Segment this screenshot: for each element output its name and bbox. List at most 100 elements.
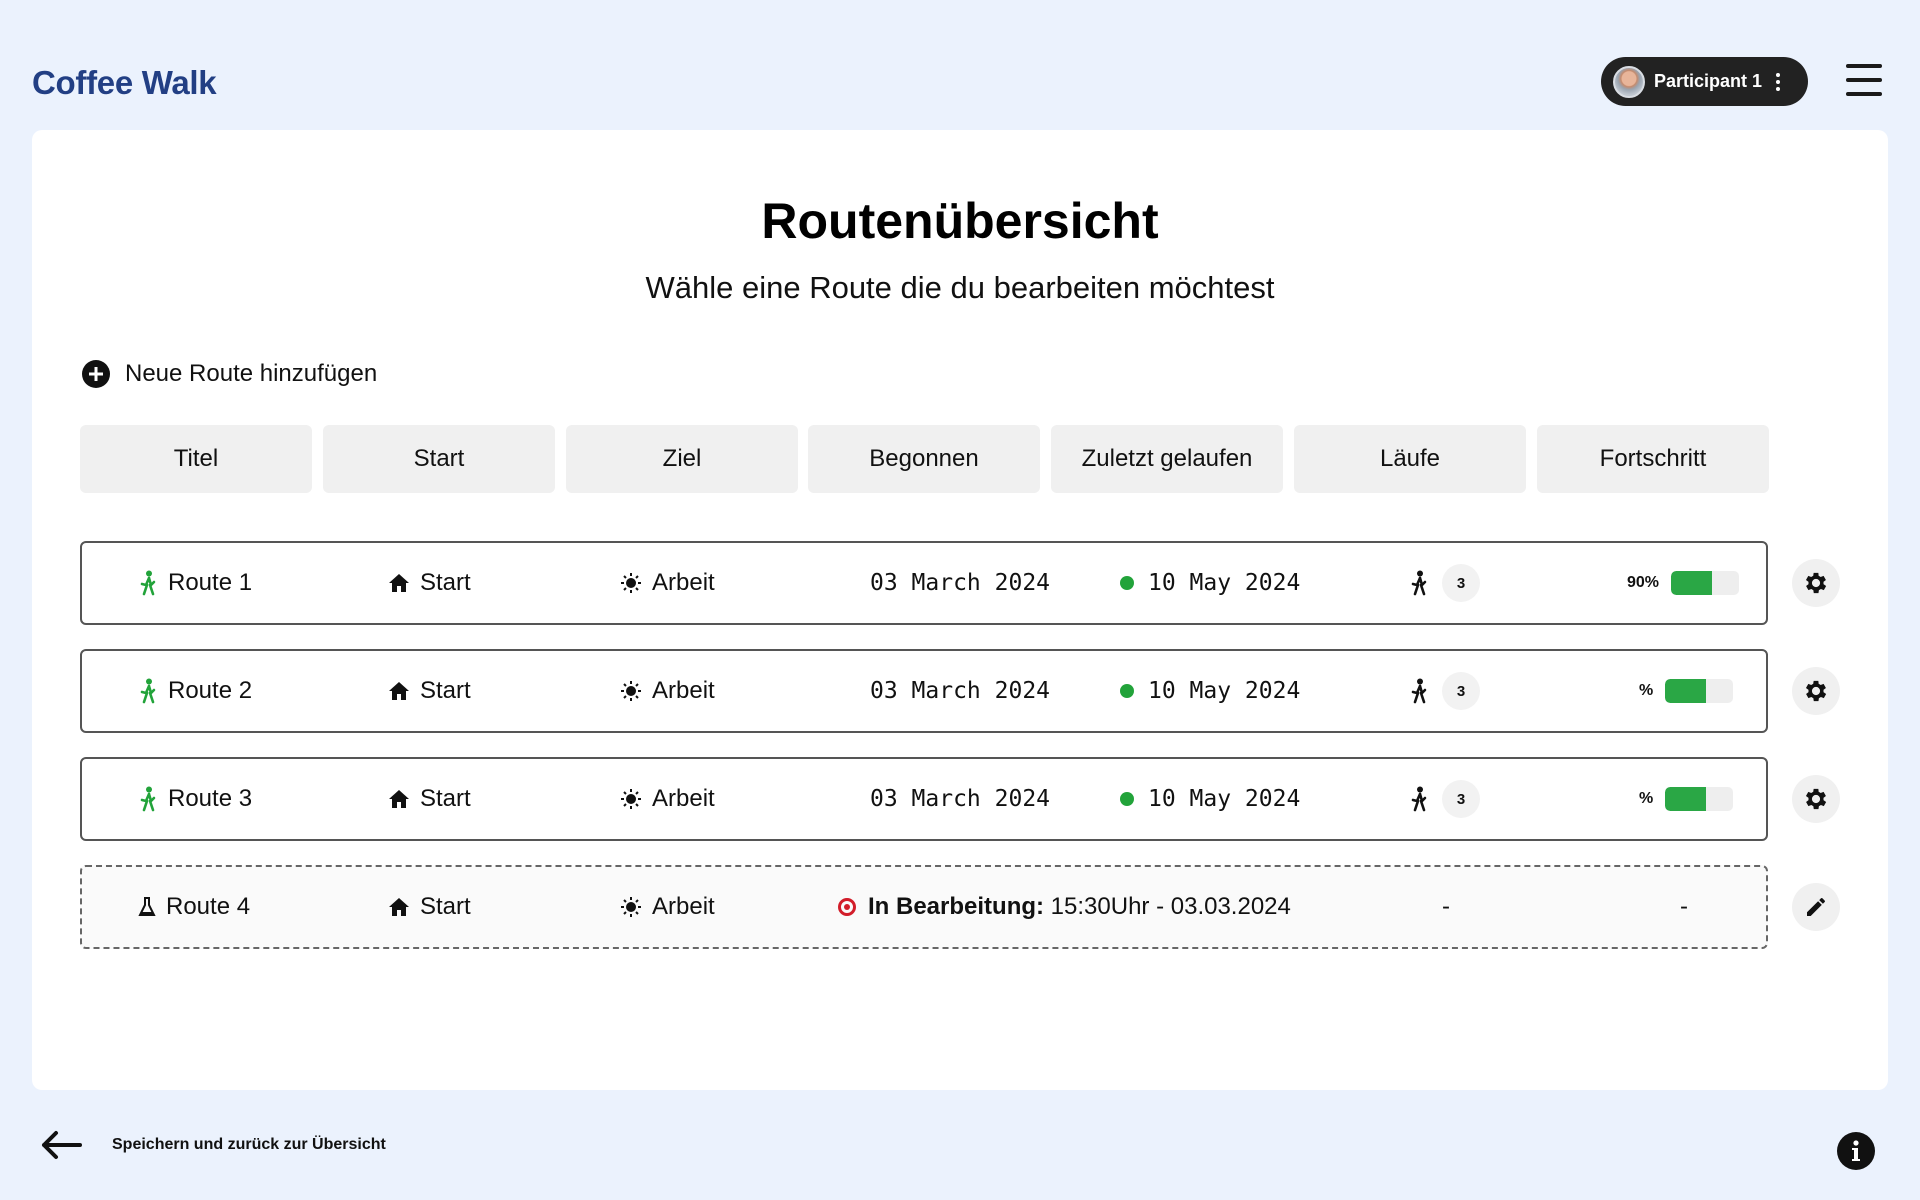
status-dot	[1120, 792, 1134, 806]
user-menu-button[interactable]: Participant 1	[1601, 57, 1808, 106]
route-goal: Arbeit	[652, 893, 715, 920]
home-icon	[389, 574, 409, 592]
walker-icon	[1411, 570, 1427, 596]
add-route-label: Neue Route hinzufügen	[125, 360, 378, 387]
progress-bar	[1665, 787, 1734, 811]
route-runs-cell: 3	[1410, 651, 1480, 731]
progress-label: %	[1639, 790, 1654, 807]
route-start: Start	[420, 893, 471, 920]
route-overview-card: Routenübersicht Wähle eine Route die du …	[32, 130, 1888, 1090]
top-bar: Coffee Walk Participant 1	[0, 0, 1920, 130]
table-row-draft[interactable]: Route 4 Start Arbeit In Bearbeitung: 15:…	[80, 865, 1768, 949]
gear-icon	[1805, 680, 1827, 702]
walker-icon	[140, 570, 156, 596]
route-started: 03 March 2024	[870, 570, 1051, 596]
progress-label: %	[1639, 682, 1654, 699]
route-start-cell: Start	[388, 651, 471, 731]
back-label: Speichern und zurück zur Übersicht	[112, 1136, 386, 1153]
table-row[interactable]: Route 3 Start Arbeit 03 March 2024 10 Ma…	[80, 757, 1768, 841]
runs-count-badge: 3	[1442, 564, 1480, 602]
route-status-cell: In Bearbeitung: 15:30Uhr - 03.03.2024	[838, 867, 1291, 947]
sun-icon	[621, 789, 641, 809]
column-header-start[interactable]: Start	[323, 425, 555, 493]
status-detail: 15:30Uhr - 03.03.2024	[1044, 893, 1291, 920]
route-runs-cell: 3	[1410, 543, 1480, 623]
table-row[interactable]: Route 2 Start Arbeit 03 March 2024 10 Ma…	[80, 649, 1768, 733]
table-row[interactable]: Route 1 Start Arbeit 03 March 2024 10 Ma…	[80, 541, 1768, 625]
route-settings-button[interactable]	[1792, 775, 1840, 823]
status-dot	[1120, 684, 1134, 698]
route-progress-cell: %	[1639, 651, 1734, 731]
route-title-cell: Route 1	[138, 543, 252, 623]
status-dot	[1120, 576, 1134, 590]
route-last-walked: 10 May 2024	[1148, 678, 1301, 704]
walker-icon	[140, 678, 156, 704]
sun-icon	[621, 573, 641, 593]
user-name: Participant 1	[1654, 71, 1763, 91]
progress-fill	[1665, 787, 1707, 811]
route-last-walked-cell: 10 May 2024	[1120, 759, 1300, 839]
route-goal-cell: Arbeit	[620, 651, 715, 731]
pencil-icon	[1807, 898, 1825, 916]
route-started: 03 March 2024	[870, 786, 1051, 812]
runs-count-badge: 3	[1442, 672, 1480, 710]
home-icon	[389, 790, 409, 808]
gear-icon	[1805, 788, 1827, 810]
route-last-walked: 10 May 2024	[1148, 570, 1301, 596]
walker-icon	[1411, 678, 1427, 704]
status-label: In Bearbeitung:	[868, 893, 1045, 920]
route-title-cell: Route 4	[138, 867, 250, 947]
route-start-cell: Start	[388, 543, 471, 623]
route-title-cell: Route 3	[138, 759, 252, 839]
column-header-runs[interactable]: Läufe	[1294, 425, 1526, 493]
runs-count-badge: 3	[1442, 780, 1480, 818]
column-header-started[interactable]: Begonnen	[808, 425, 1040, 493]
plus-circle-icon	[82, 360, 110, 388]
route-settings-button[interactable]	[1792, 667, 1840, 715]
more-vertical-icon	[1776, 72, 1781, 91]
route-title-cell: Route 2	[138, 651, 252, 731]
walker-icon	[1411, 786, 1427, 812]
route-start-cell: Start	[388, 867, 471, 947]
avatar	[1613, 65, 1645, 98]
home-icon	[389, 682, 409, 700]
save-and-back-button[interactable]: Speichern und zurück zur Übersicht	[40, 1130, 386, 1160]
gear-icon	[1805, 572, 1827, 594]
progress-label: 90%	[1627, 574, 1660, 591]
route-runs-cell: 3	[1410, 759, 1480, 839]
progress-fill	[1665, 679, 1707, 703]
column-header-goal[interactable]: Ziel	[566, 425, 798, 493]
sun-icon	[621, 897, 641, 917]
route-edit-button[interactable]	[1792, 883, 1840, 931]
route-goal: Arbeit	[652, 677, 715, 704]
route-settings-button[interactable]	[1792, 559, 1840, 607]
progress-bar	[1671, 571, 1740, 595]
route-goal-cell: Arbeit	[620, 867, 715, 947]
route-progress: -	[1680, 893, 1688, 920]
route-start: Start	[420, 569, 471, 596]
route-goal-cell: Arbeit	[620, 543, 715, 623]
route-title: Route 2	[168, 677, 253, 704]
route-started: 03 March 2024	[870, 678, 1051, 704]
column-header-progress[interactable]: Fortschritt	[1537, 425, 1769, 493]
route-goal-cell: Arbeit	[620, 759, 715, 839]
route-start: Start	[420, 677, 471, 704]
app-title: Coffee Walk	[32, 64, 217, 101]
column-header-last-walked[interactable]: Zuletzt gelaufen	[1051, 425, 1283, 493]
home-icon	[389, 898, 409, 916]
route-last-walked: 10 May 2024	[1148, 786, 1301, 812]
walker-icon	[140, 786, 156, 812]
in-progress-icon	[838, 898, 856, 916]
sun-icon	[621, 681, 641, 701]
add-route-button[interactable]: Neue Route hinzufügen	[82, 360, 377, 388]
route-start: Start	[420, 785, 471, 812]
info-icon[interactable]	[1837, 1132, 1875, 1170]
column-header-title[interactable]: Titel	[80, 425, 312, 493]
hamburger-menu-icon[interactable]	[1846, 64, 1882, 96]
route-runs: -	[1442, 893, 1450, 920]
page-title: Routenübersicht	[761, 193, 1159, 249]
route-title: Route 4	[166, 893, 251, 920]
route-last-walked-cell: 10 May 2024	[1120, 543, 1300, 623]
info-glyph	[1852, 1140, 1860, 1161]
progress-bar	[1665, 679, 1734, 703]
